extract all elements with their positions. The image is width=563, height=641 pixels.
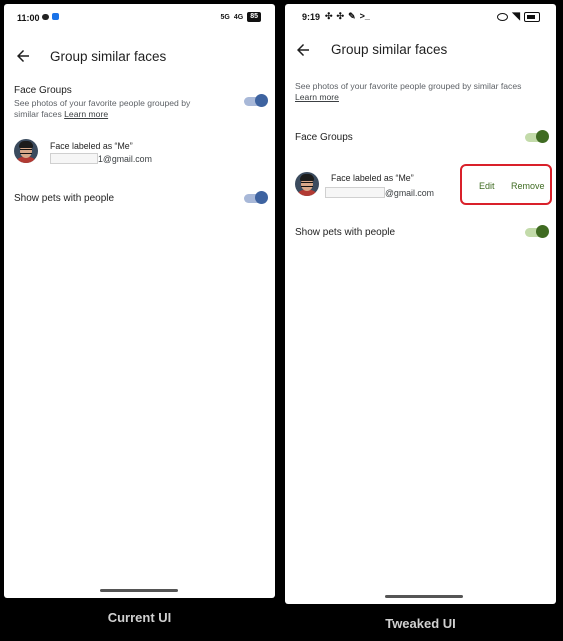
pets-toggle[interactable] bbox=[244, 191, 268, 204]
eye-icon bbox=[497, 12, 509, 21]
current-ui-caption: Current UI bbox=[107, 610, 172, 625]
face-groups-desc-text: See photos of your favorite people group… bbox=[295, 81, 522, 91]
avatar bbox=[295, 172, 319, 196]
battery-indicator: 85 bbox=[247, 12, 261, 22]
terminal-icon: >_ bbox=[359, 11, 370, 21]
tweaked-ui-caption: Tweaked UI bbox=[385, 616, 456, 631]
toggle-knob bbox=[255, 191, 268, 204]
app-icon bbox=[52, 13, 59, 20]
battery-icon bbox=[524, 11, 540, 22]
status-bar: 11:00 5G 4G 85 bbox=[4, 4, 275, 30]
status-right: ◥ bbox=[497, 11, 540, 22]
status-right: 5G 4G 85 bbox=[221, 12, 261, 22]
learn-more-link[interactable]: Learn more bbox=[64, 109, 108, 119]
pets-toggle[interactable] bbox=[525, 225, 549, 238]
face-groups-description: See photos of your favorite people group… bbox=[14, 98, 204, 120]
toggle-knob bbox=[536, 225, 549, 238]
learn-more-link[interactable]: Learn more bbox=[295, 92, 339, 102]
gesture-nav-bar[interactable] bbox=[100, 589, 178, 592]
signal-label: 4G bbox=[233, 13, 244, 21]
email-line: @gmail.com bbox=[325, 187, 434, 198]
page-title: Group similar faces bbox=[331, 42, 448, 57]
pen-icon: ✎ bbox=[348, 11, 356, 21]
email-suffix: 1@gmail.com bbox=[98, 153, 152, 164]
app-bar: Group similar faces bbox=[4, 40, 275, 72]
pets-title: Show pets with people bbox=[295, 227, 396, 238]
cloud-icon bbox=[42, 14, 49, 20]
face-groups-description: See photos of your favorite people group… bbox=[295, 81, 553, 103]
avatar bbox=[14, 139, 38, 163]
gesture-nav-bar[interactable] bbox=[385, 595, 463, 598]
redacted-email bbox=[50, 153, 98, 164]
fan-icon-2: ✣ bbox=[336, 11, 345, 21]
current-ui-screen: 11:00 5G 4G 85 Group similar faces Face … bbox=[4, 4, 275, 598]
toggle-knob bbox=[536, 130, 549, 143]
back-arrow-icon[interactable] bbox=[14, 47, 32, 65]
face-groups-title: Face Groups bbox=[295, 132, 353, 143]
app-bar: Group similar faces bbox=[285, 34, 556, 66]
fan-icon: ✣ bbox=[325, 11, 333, 21]
face-groups-title: Face Groups bbox=[14, 85, 72, 96]
page-title: Group similar faces bbox=[50, 49, 167, 64]
wifi-icon: ◥ bbox=[512, 11, 520, 22]
face-groups-toggle[interactable] bbox=[244, 94, 268, 107]
remove-button[interactable]: Remove bbox=[511, 181, 545, 191]
email-suffix: @gmail.com bbox=[385, 187, 435, 198]
face-label: Face labeled as “Me” bbox=[331, 173, 414, 183]
status-time: 11:00 bbox=[17, 13, 40, 23]
status-bar: 9:19 ✣ ✣ ✎ >_ ◥ bbox=[285, 4, 556, 30]
pets-title: Show pets with people bbox=[14, 193, 115, 204]
tweaked-ui-screen: 9:19 ✣ ✣ ✎ >_ ◥ Group similar faces See … bbox=[285, 4, 556, 604]
highlighted-actions: Edit Remove bbox=[460, 164, 552, 205]
network-label: 5G bbox=[220, 13, 230, 21]
edit-button[interactable]: Edit bbox=[479, 181, 495, 191]
toggle-knob bbox=[255, 94, 268, 107]
notification-icons: ✣ ✣ ✎ >_ bbox=[325, 11, 370, 22]
status-time: 9:19 bbox=[302, 12, 321, 22]
notification-icons bbox=[42, 12, 59, 20]
email-line: 1@gmail.com bbox=[50, 153, 152, 164]
face-groups-toggle[interactable] bbox=[525, 130, 549, 143]
back-arrow-icon[interactable] bbox=[294, 41, 312, 59]
face-label: Face labeled as “Me” bbox=[50, 141, 133, 151]
redacted-email bbox=[325, 187, 385, 198]
